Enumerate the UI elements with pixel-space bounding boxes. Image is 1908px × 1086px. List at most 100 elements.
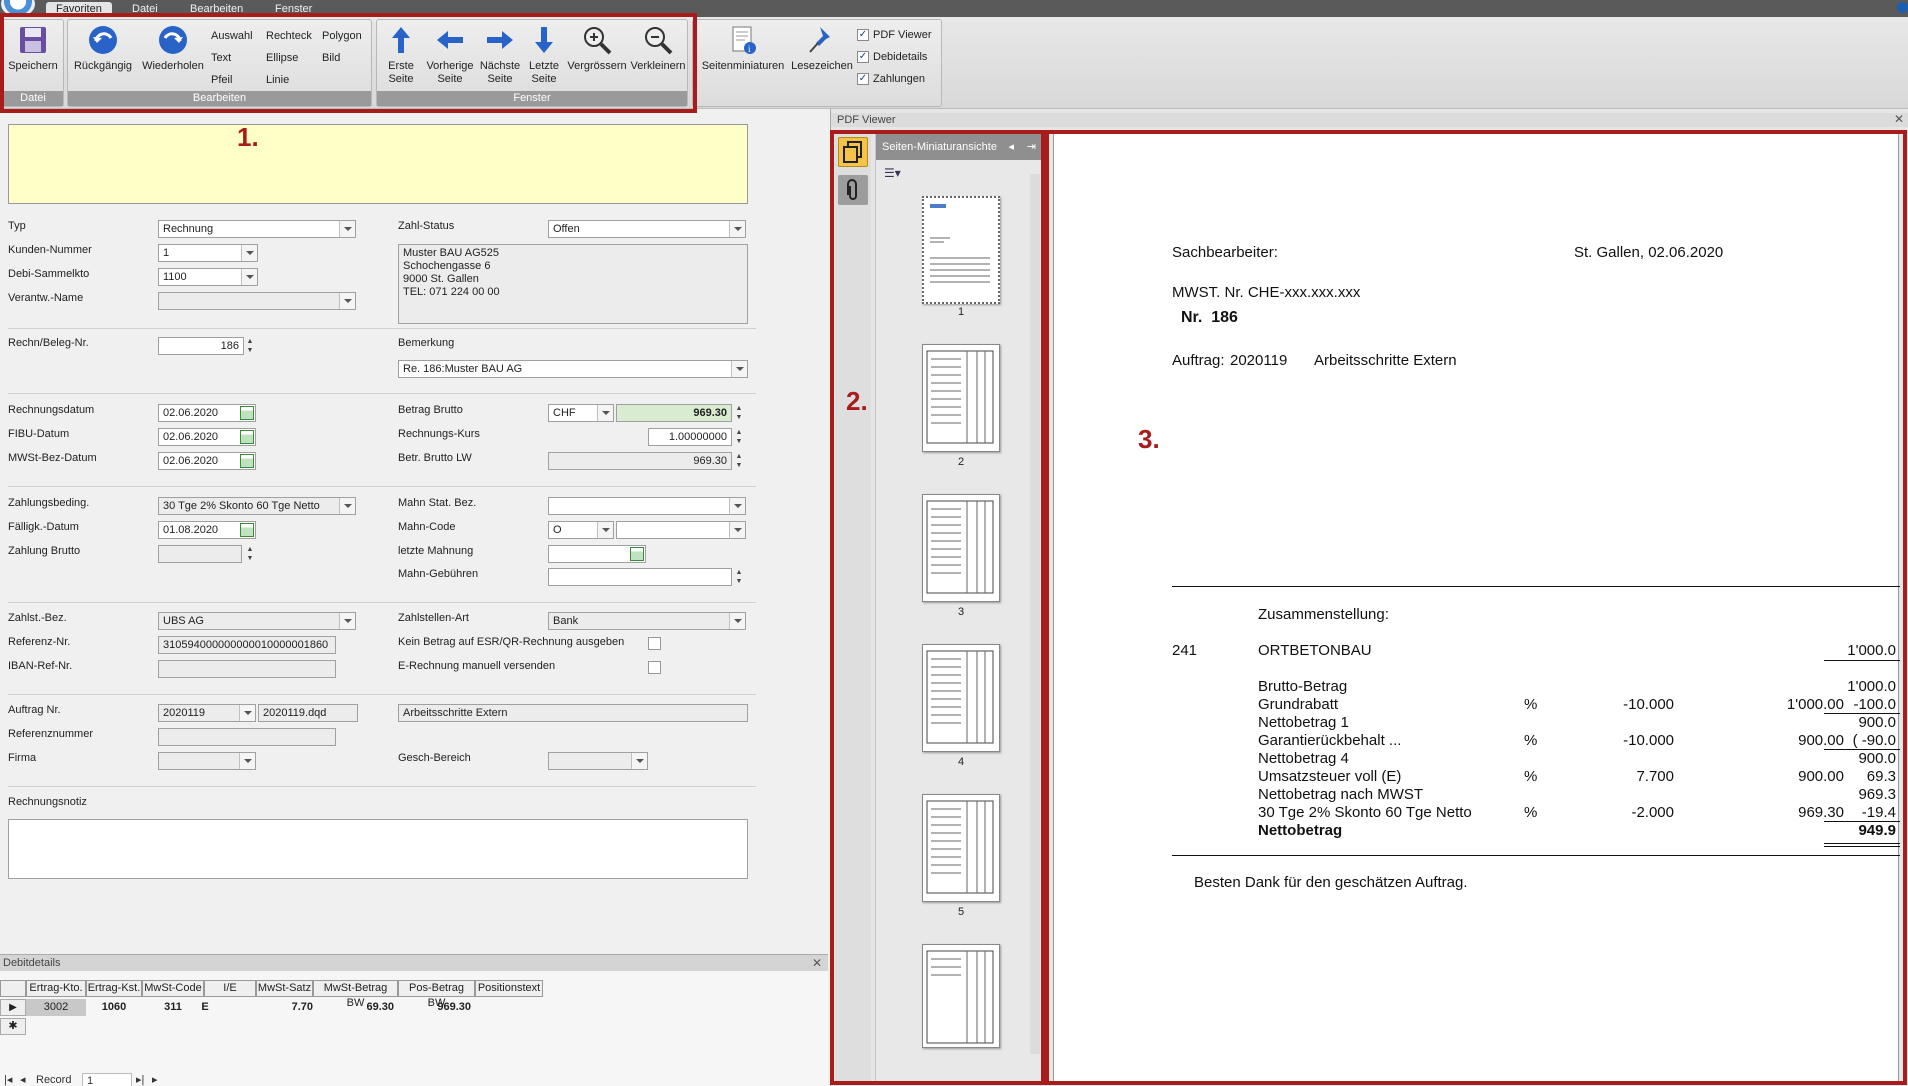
column-header[interactable]: Positionstext [475, 980, 543, 997]
column-header[interactable]: Ertrag-Kst. [86, 980, 142, 997]
brutto-input[interactable]: 969.30 [616, 404, 732, 422]
nav-prev-icon[interactable]: ◂ [20, 1073, 26, 1086]
tool-linie[interactable]: Linie [266, 74, 289, 86]
mahngeb-spinner[interactable]: ▲ ▼ [734, 568, 744, 586]
letztemahn-input[interactable] [548, 545, 646, 563]
last-page-button[interactable]: Letzte Seite [523, 24, 565, 86]
zahlstatus-select[interactable]: Offen [548, 220, 746, 238]
chevron-down-icon[interactable] [729, 522, 745, 538]
auftrag-desc-input[interactable]: Arbeitsschritte Extern [398, 704, 748, 722]
check-pdf-viewer[interactable]: ✓ PDF Viewer [857, 29, 931, 41]
column-header[interactable]: I/E [204, 980, 256, 997]
typ-select[interactable]: Rechnung [158, 220, 356, 238]
table-cell[interactable]: 1060 [86, 1000, 142, 1015]
thumbnails-button[interactable]: i Seitenminiaturen [697, 24, 789, 73]
table-cell[interactable] [475, 1000, 543, 1015]
exit-icon[interactable]: ⇥ [1027, 134, 1036, 160]
first-page-button[interactable]: Erste Seite [379, 24, 423, 86]
zbrutto-spinner[interactable]: ▲ ▼ [245, 545, 255, 563]
column-header[interactable]: MwSt-Betrag BW [313, 980, 398, 1009]
tab-bearbeiten[interactable]: Bearbeiten [180, 2, 253, 17]
mahngeb-input[interactable] [548, 568, 732, 586]
table-cell[interactable]: 7.70 [256, 1000, 313, 1015]
gesch-select[interactable] [548, 752, 648, 770]
zoom-in-button[interactable]: Vergrössern [565, 24, 629, 73]
tool-pfeil[interactable]: Pfeil [211, 74, 232, 86]
chevron-down-icon[interactable] [241, 269, 257, 285]
zahlart-select[interactable]: Bank [548, 612, 746, 630]
row-selector-icon[interactable]: ▶ [0, 999, 26, 1016]
mahncode-extra-select[interactable] [616, 521, 746, 539]
refnum-input[interactable] [158, 728, 336, 746]
calendar-icon[interactable] [240, 523, 254, 537]
kurs-spinner[interactable]: ▲ ▼ [734, 428, 744, 446]
prev-page-button[interactable]: Vorherige Seite [423, 24, 477, 86]
collapse-left-icon[interactable]: ◂ [1008, 134, 1014, 160]
column-header[interactable]: MwSt-Satz [256, 980, 313, 997]
chevron-down-icon[interactable] [731, 361, 747, 377]
thumbnail-options-icon[interactable]: ☰▾ [884, 166, 908, 184]
verantw-select[interactable] [158, 292, 356, 310]
chevron-down-icon[interactable] [339, 221, 355, 237]
pdf-page[interactable]: Sachbearbeiter: St. Gallen, 02.06.2020 M… [1053, 133, 1900, 1083]
brutto-spinner[interactable]: ▲ ▼ [734, 404, 744, 422]
check-zahlungen[interactable]: ✓ Zahlungen [857, 73, 925, 85]
page-thumbnail[interactable] [922, 494, 1000, 602]
referenz-input[interactable]: 310594000000000010000001860 [158, 636, 336, 654]
mahncode-select[interactable]: O [548, 521, 614, 539]
chevron-down-icon[interactable] [239, 753, 255, 769]
table-cell[interactable]: 3002 [26, 1000, 86, 1015]
calendar-icon[interactable] [630, 547, 644, 561]
next-page-button[interactable]: Nächste Seite [477, 24, 523, 86]
tool-ellipse[interactable]: Ellipse [266, 52, 298, 64]
tool-rechteck[interactable]: Rechteck [266, 30, 312, 42]
tool-auswahl[interactable]: Auswahl [211, 30, 253, 42]
tool-text[interactable]: Text [211, 52, 231, 64]
page-thumbnail[interactable] [922, 794, 1000, 902]
chevron-down-icon[interactable] [241, 245, 257, 261]
iban-input[interactable] [158, 660, 336, 678]
close-icon[interactable]: ✕ [812, 956, 822, 970]
table-cell[interactable]: 969.30 [398, 1000, 475, 1015]
kurs-input[interactable]: 1.00000000 [648, 428, 732, 446]
tool-polygon[interactable]: Polygon [322, 30, 362, 42]
chevron-down-icon[interactable] [729, 498, 745, 514]
nav-first-icon[interactable]: |◂ [4, 1073, 12, 1086]
mwst-input[interactable]: 02.06.2020 [158, 452, 256, 470]
zbrutto-input[interactable] [158, 545, 242, 563]
bruttolw-input[interactable]: 969.30 [548, 452, 732, 470]
new-row-icon[interactable]: ✱ [0, 1018, 26, 1035]
zahlst-select[interactable]: UBS AG [158, 612, 356, 630]
chevron-down-icon[interactable] [239, 705, 255, 721]
app-logo[interactable] [1, 0, 35, 17]
column-header[interactable]: Ertrag-Kto. [26, 980, 86, 997]
mahnstat-select[interactable] [548, 497, 746, 515]
table-cell[interactable]: E [190, 1000, 220, 1015]
chevron-down-icon[interactable] [729, 221, 745, 237]
rdatum-input[interactable]: 02.06.2020 [158, 404, 256, 422]
page-thumbnail[interactable] [922, 944, 1000, 1048]
record-input[interactable]: 1 [82, 1073, 132, 1086]
auftrag-select[interactable]: 2020119 [158, 704, 256, 722]
page-thumbnail[interactable] [922, 344, 1000, 452]
currency-select[interactable]: CHF [548, 404, 614, 422]
check-debidetails[interactable]: ✓ Debidetails [857, 51, 927, 63]
zahlungsbed-select[interactable]: 30 Tge 2% Skonto 60 Tge Netto [158, 497, 356, 515]
tab-fenster[interactable]: Fenster [265, 2, 322, 17]
redo-button[interactable]: Wiederholen [138, 24, 208, 73]
column-header[interactable]: Pos-Betrag BW [398, 980, 475, 1009]
chevron-down-icon[interactable] [631, 753, 647, 769]
chevron-down-icon[interactable] [729, 613, 745, 629]
nav-last-icon[interactable]: ▸ [152, 1073, 158, 1086]
rechn-input[interactable]: 186 [158, 337, 244, 355]
calendar-icon[interactable] [240, 406, 254, 420]
help-icon[interactable] [1897, 2, 1908, 13]
kein-checkbox[interactable] [648, 637, 661, 650]
address-box[interactable]: Muster BAU AG525 Schochengasse 6 9000 St… [398, 244, 748, 324]
column-header[interactable]: MwSt-Code [142, 980, 204, 997]
chevron-down-icon[interactable] [597, 405, 613, 421]
bemerkung-select[interactable]: Re. 186:Muster BAU AG [398, 360, 748, 378]
auftrag-file-input[interactable]: 2020119.dqd [258, 704, 358, 722]
notiz-textarea[interactable] [8, 819, 748, 879]
tool-bild[interactable]: Bild [322, 52, 340, 64]
